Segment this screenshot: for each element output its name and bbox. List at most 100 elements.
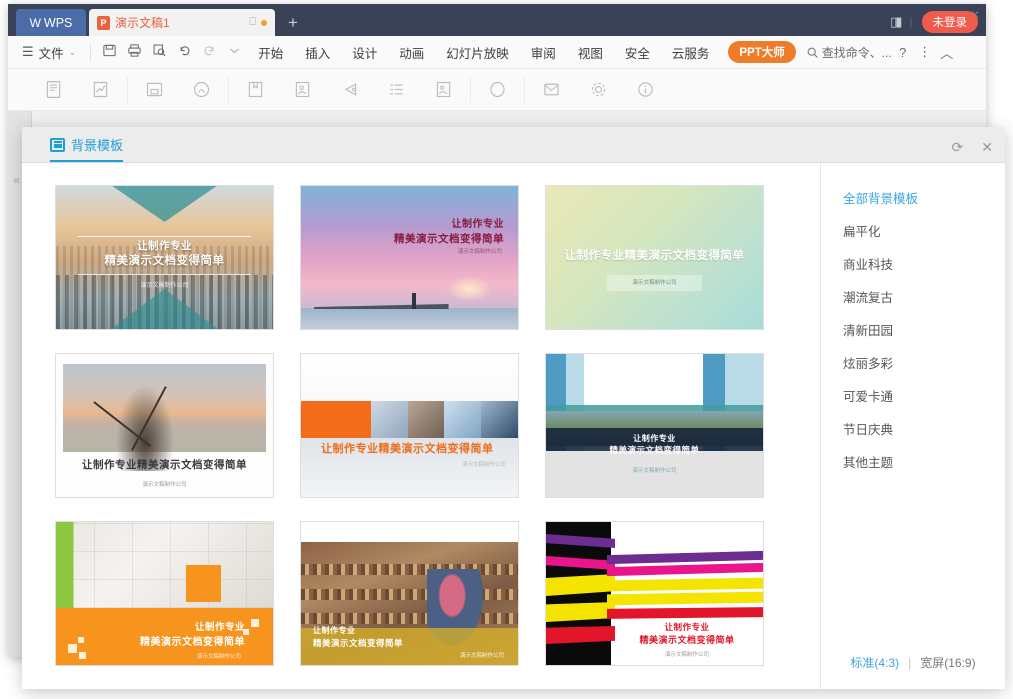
- template-color-ribbons[interactable]: 让制作专业 精美演示文档变得简单 演示文稿制作公司: [545, 521, 764, 666]
- thumb-title-line2: 精美演示文档变得简单: [546, 445, 763, 456]
- menu-divider: [90, 44, 91, 61]
- chart-edit-icon[interactable]: [77, 79, 124, 100]
- ribbon-divider: [127, 77, 128, 103]
- new-tab-button[interactable]: +: [275, 9, 311, 36]
- thumb-title-line1: 让制作专业: [611, 622, 763, 633]
- smiley-icon[interactable]: [474, 79, 521, 100]
- file-menu-button[interactable]: ☰ 文件 ⌄: [14, 43, 84, 62]
- photo-person-icon[interactable]: [279, 79, 326, 100]
- thumb-rule-top: [78, 236, 251, 237]
- help-icon[interactable]: ?: [892, 45, 914, 60]
- collapse-ribbon-icon[interactable]: ︿: [936, 43, 958, 62]
- envelope-icon[interactable]: [528, 79, 575, 100]
- reading-layout-icon[interactable]: ▯▮: [890, 14, 900, 30]
- template-sunset-lighthouse[interactable]: 让制作专业 精美演示文档变得简单 演示文稿制作公司: [300, 185, 519, 330]
- tab-view[interactable]: 视图: [567, 43, 614, 62]
- sidebar-item-fresh-pastoral[interactable]: 清新田园: [821, 313, 1005, 346]
- gear-icon[interactable]: [575, 79, 622, 100]
- sidebar-item-business-tech[interactable]: 商业科技: [821, 247, 1005, 280]
- tab-start[interactable]: 开始: [247, 43, 294, 62]
- thumb-subtitle: 演示文稿制作公司: [546, 466, 763, 474]
- tab-slideshow[interactable]: 幻灯片放映: [435, 43, 520, 62]
- thumb-mosaic-orange-cell: [186, 565, 221, 602]
- sidebar-item-all-templates[interactable]: 全部背景模板: [821, 181, 1005, 214]
- photo-frame-icon[interactable]: [420, 79, 467, 100]
- thumb-shelf-1: [301, 564, 518, 575]
- dialog-header: 背景模板 ⟳ ✕: [22, 127, 1005, 163]
- thumb-square-c: [78, 637, 84, 643]
- thumb-subtitle: 演示文稿制作公司: [56, 480, 273, 488]
- thumb-title-line1: 让制作专业精美演示文档变得简单: [546, 249, 763, 265]
- document-icon[interactable]: [30, 79, 77, 100]
- thumb-square-a: [68, 644, 77, 653]
- template-city-skyline[interactable]: 让制作专业 精美演示文档变得简单 演示文稿制作公司: [55, 185, 274, 330]
- close-icon[interactable]: ✕: [981, 139, 993, 156]
- thumb-subtitle: 演示文稿制作公司: [460, 651, 504, 659]
- list-icon[interactable]: [373, 79, 420, 100]
- info-icon[interactable]: [622, 79, 669, 100]
- document-tab-label: 演示文稿1: [115, 14, 244, 31]
- sidebar-item-other-themes[interactable]: 其他主题: [821, 445, 1005, 478]
- customize-quick-access-icon[interactable]: [222, 44, 247, 60]
- undo-icon[interactable]: [172, 43, 197, 61]
- template-orange-business[interactable]: 让制作专业精美演示文档变得简单 演示文稿制作公司: [300, 353, 519, 498]
- ratio-standard-option[interactable]: 标准(4:3): [850, 654, 899, 671]
- template-blue-landscape[interactable]: 让制作专业 精美演示文档变得简单 演示文稿制作公司: [545, 353, 764, 498]
- thumb-title-line1: 让制作专业精美演示文档变得简单: [321, 442, 512, 457]
- tab-cloud-service[interactable]: 云服务: [661, 43, 721, 62]
- tab-review[interactable]: 审阅: [520, 43, 567, 62]
- tab-insert[interactable]: 插入: [294, 43, 341, 62]
- thumb-title-line2: 精美演示文档变得简单: [140, 636, 245, 650]
- wps-logo-icon: W: [30, 16, 40, 30]
- tab-background-template-label: 背景模板: [71, 135, 123, 154]
- ratio-divider: |: [908, 656, 911, 670]
- thumb-shelf-2: [301, 589, 518, 600]
- powerpoint-file-icon: P: [97, 16, 110, 30]
- refresh-icon[interactable]: ⟳: [952, 139, 964, 156]
- save-icon[interactable]: [97, 43, 122, 61]
- ribbon-divider: [228, 77, 229, 103]
- search-icon: [806, 46, 819, 59]
- sidebar-item-flat[interactable]: 扁平化: [821, 214, 1005, 247]
- search-command-box[interactable]: 查找命令、...: [806, 44, 892, 61]
- tab-animation[interactable]: 动画: [388, 43, 435, 62]
- sidebar-item-cute-cartoon[interactable]: 可爱卡通: [821, 379, 1005, 412]
- thumb-sea: [301, 308, 518, 329]
- layout-icon[interactable]: [131, 79, 178, 100]
- ppt-master-button[interactable]: PPT大师: [728, 41, 795, 63]
- sidebar-item-colorful[interactable]: 炫丽多彩: [821, 346, 1005, 379]
- collapse-panel-chevron-icon[interactable]: «: [13, 173, 20, 187]
- ratio-widescreen-option[interactable]: 宽屏(16:9): [920, 654, 975, 671]
- ribbon-toolbar: [8, 69, 986, 111]
- sidebar-item-festival[interactable]: 节日庆典: [821, 412, 1005, 445]
- thumb-gray-panel: [546, 451, 763, 497]
- thumb-top-white: [301, 522, 518, 542]
- background-template-dialog: 背景模板 ⟳ ✕ 让制作专业 精美演示文档变得简单: [22, 127, 1005, 689]
- more-options-icon[interactable]: ⋮: [914, 44, 936, 60]
- print-preview-icon[interactable]: [147, 43, 172, 61]
- document-tab[interactable]: P 演示文稿1 ⎕: [89, 9, 275, 36]
- sidebar-item-retro[interactable]: 潮流复古: [821, 280, 1005, 313]
- tab-background-template[interactable]: 背景模板: [50, 135, 123, 162]
- template-library-reading[interactable]: 让制作专业 精美演示文档变得简单 演示文稿制作公司: [300, 521, 519, 666]
- thumb-title-line1: 让制作专业: [546, 434, 763, 445]
- template-green-gradient[interactable]: 让制作专业精美演示文档变得简单 演示文稿制作公司: [545, 185, 764, 330]
- shirt-icon[interactable]: [178, 79, 225, 100]
- print-icon[interactable]: [122, 43, 147, 61]
- presenter-monitor-icon[interactable]: ⎕: [249, 16, 256, 29]
- wps-home-button[interactable]: W WPS: [16, 9, 86, 36]
- template-windmill[interactable]: 让制作专业精美演示文档变得简单 演示文稿制作公司: [55, 353, 274, 498]
- redo-icon[interactable]: [197, 43, 222, 61]
- thumb-photo-1: [371, 401, 408, 438]
- menu-bar: ☰ 文件 ⌄ 开始 插入 设计 动画 幻灯片放映 审阅 视图 安全 云服务: [8, 36, 986, 69]
- login-status-button[interactable]: 未登录: [922, 11, 979, 33]
- thumb-shelf-3: [301, 613, 518, 624]
- template-photo-mosaic[interactable]: 让制作专业 精美演示文档变得简单 演示文稿制作公司: [55, 521, 274, 666]
- ribbon-divider: [524, 77, 525, 103]
- tab-design[interactable]: 设计: [341, 43, 388, 62]
- chevron-down-icon: ⌄: [69, 47, 77, 58]
- titlebar-right-group: ▯▮ | 未登录: [890, 11, 978, 33]
- tag-icon[interactable]: [326, 79, 373, 100]
- bookmark-icon[interactable]: [232, 79, 279, 100]
- tab-security[interactable]: 安全: [614, 43, 661, 62]
